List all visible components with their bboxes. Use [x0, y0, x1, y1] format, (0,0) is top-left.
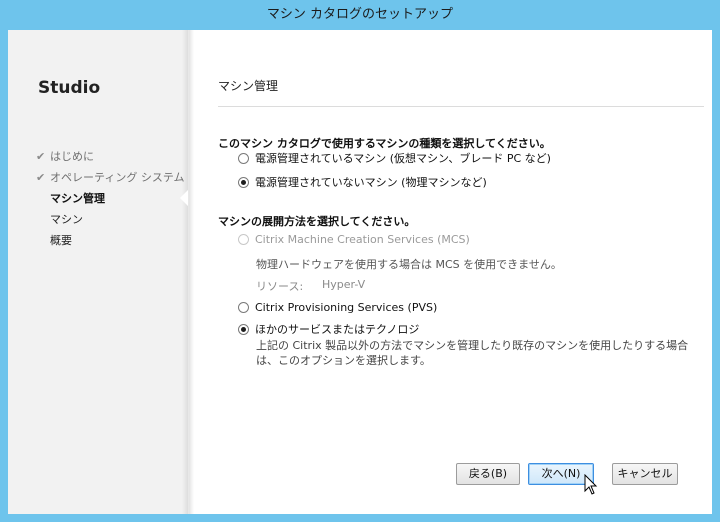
- title-divider: [218, 106, 704, 107]
- wizard-main-panel: マシン管理 このマシン カタログで使用するマシンの種類を選択してください。 電源…: [218, 30, 704, 514]
- pvs-option[interactable]: Citrix Provisioning Services (PVS): [238, 300, 437, 316]
- mcs-option: Citrix Machine Creation Services (MCS): [238, 232, 470, 248]
- mcs-note: 物理ハードウェアを使用する場合は MCS を使用できません。: [256, 258, 562, 271]
- sidebar-divider: [182, 30, 194, 514]
- checkmark-icon: ✔: [36, 150, 46, 163]
- radio-unchecked-icon[interactable]: [238, 153, 249, 164]
- other-technology-description: 上記の Citrix 製品以外の方法でマシンを管理したり既存のマシンを使用したり…: [256, 339, 689, 367]
- wizard-steps: ✔ はじめに ✔ オペレーティング システム マシン管理 マシン 概要: [36, 146, 185, 251]
- step-machines: マシン: [50, 213, 83, 226]
- window-title: マシン カタログのセットアップ: [0, 0, 720, 30]
- not-power-managed-option[interactable]: 電源管理されていないマシン (物理マシンなど): [238, 175, 487, 191]
- radio-disabled-icon: [238, 234, 249, 245]
- power-managed-label: 電源管理されているマシン (仮想マシン、ブレード PC など): [255, 152, 551, 165]
- studio-brand: Studio: [38, 78, 101, 98]
- radio-checked-icon[interactable]: [238, 177, 249, 188]
- wizard-window: マシン カタログのセットアップ Studio ✔ はじめに ✔ オペレーティング シ…: [0, 0, 720, 522]
- step-machine-management: マシン管理: [50, 192, 105, 205]
- power-managed-option[interactable]: 電源管理されているマシン (仮想マシン、ブレード PC など): [238, 151, 551, 167]
- other-technology-label: ほかのサービスまたはテクノロジ: [255, 323, 420, 336]
- checkmark-icon: ✔: [36, 171, 46, 184]
- step-introduction: ✔ はじめに: [36, 146, 185, 167]
- wizard-client-area: Studio ✔ はじめに ✔ オペレーティング システム マシン管理 マシン 概要…: [8, 30, 712, 514]
- radio-unchecked-icon[interactable]: [238, 302, 249, 313]
- not-power-managed-label: 電源管理されていないマシン (物理マシンなど): [255, 176, 487, 189]
- mouse-pointer-icon: [584, 474, 598, 495]
- page-title: マシン管理: [218, 79, 279, 93]
- machine-type-question: このマシン カタログで使用するマシンの種類を選択してください。: [218, 137, 551, 150]
- back-button[interactable]: 戻る(B): [456, 463, 520, 485]
- step-label: はじめに: [50, 150, 94, 163]
- current-step-pointer: [180, 190, 188, 206]
- mcs-label: Citrix Machine Creation Services (MCS): [255, 233, 470, 246]
- step-summary: 概要: [50, 234, 72, 247]
- other-technology-option[interactable]: ほかのサービスまたはテクノロジ: [238, 322, 419, 338]
- step-label: オペレーティング システム: [50, 171, 185, 184]
- pvs-label: Citrix Provisioning Services (PVS): [255, 301, 438, 314]
- cancel-button[interactable]: キャンセル: [612, 463, 678, 485]
- resource-value: Hyper-V: [322, 278, 366, 291]
- step-operating-system: ✔ オペレーティング システム: [36, 167, 185, 188]
- resource-label: リソース:: [256, 280, 304, 293]
- wizard-sidebar: Studio ✔ はじめに ✔ オペレーティング システム マシン管理 マシン 概要: [8, 30, 188, 514]
- radio-checked-icon[interactable]: [238, 324, 249, 335]
- deployment-question: マシンの展開方法を選択してください。: [218, 215, 416, 228]
